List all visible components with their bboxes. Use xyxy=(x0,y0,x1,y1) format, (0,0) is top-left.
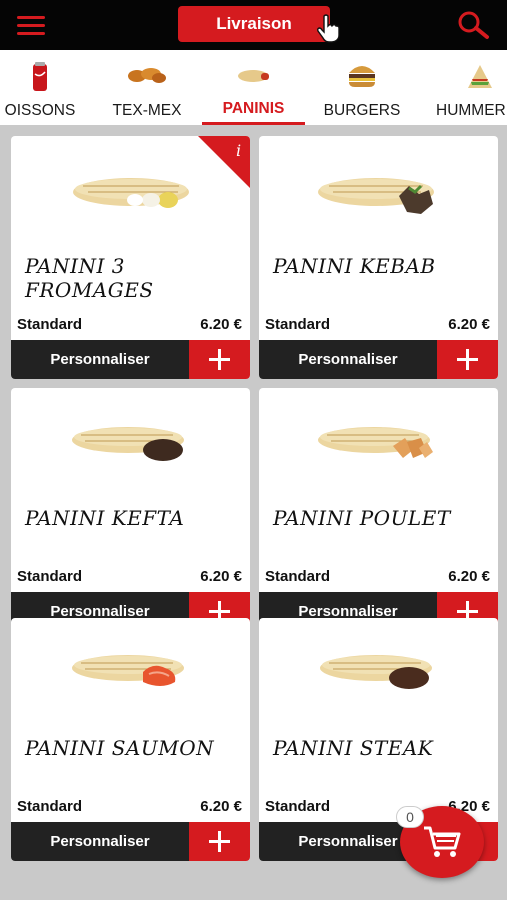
category-paninis[interactable]: PANINIS xyxy=(202,50,305,125)
product-name: PANINI STEAK xyxy=(273,736,434,760)
hamburger-menu-icon[interactable] xyxy=(17,14,45,36)
panini-3-fromages-image xyxy=(73,178,189,208)
category-hummer[interactable]: HUMMER xyxy=(428,50,507,125)
product-name: PANINI SAUMON xyxy=(25,736,215,760)
top-bar: Livraison xyxy=(0,0,507,50)
active-category-indicator xyxy=(202,122,305,125)
category-burgers[interactable]: BURGERS xyxy=(313,50,411,125)
product-name: PANINI KEFTA xyxy=(25,506,185,530)
product-price: 6.20 € xyxy=(200,798,242,815)
panini-steak-image xyxy=(320,655,432,689)
product-name: PANINI POULET xyxy=(273,506,451,530)
add-to-cart-button[interactable] xyxy=(189,340,250,379)
category-label: BURGERS xyxy=(323,102,401,119)
delivery-mode-button[interactable]: Livraison xyxy=(178,6,330,42)
product-price: 6.20 € xyxy=(448,316,490,333)
cart-count-badge: 0 xyxy=(396,806,424,828)
category-label: HUMMER xyxy=(436,102,506,119)
category-tex-mex[interactable]: TEX-MEX xyxy=(100,50,194,125)
panini-icon xyxy=(237,70,269,82)
sandwich-icon xyxy=(468,65,492,88)
category-label: PANINIS xyxy=(222,100,285,117)
search-icon[interactable] xyxy=(456,10,490,40)
category-label: TEX-MEX xyxy=(112,102,182,119)
panini-kebab-image xyxy=(318,178,434,214)
customize-button[interactable]: Personnaliser xyxy=(11,340,189,379)
product-price: 6.20 € xyxy=(200,316,242,333)
info-icon: i xyxy=(236,141,241,160)
customize-button[interactable]: Personnaliser xyxy=(259,340,437,379)
product-price: 6.20 € xyxy=(448,568,490,585)
add-to-cart-button[interactable] xyxy=(437,340,498,379)
product-card[interactable]: PANINI POULET Standard 6.20 € Personnali… xyxy=(259,388,498,631)
customize-button[interactable]: Personnaliser xyxy=(11,822,189,861)
product-name: PANINI KEBAB xyxy=(273,254,436,278)
product-card[interactable]: i PANINI 3 FROMAGES Standard 6.20 € Pers… xyxy=(11,136,250,379)
shopping-cart-icon xyxy=(424,826,461,857)
category-boissons[interactable]: OISSONS xyxy=(0,50,90,125)
panini-saumon-image xyxy=(72,655,184,686)
add-to-cart-button[interactable] xyxy=(189,822,250,861)
product-size: Standard xyxy=(265,798,331,815)
product-card[interactable]: PANINI KEBAB Standard 6.20 € Personnalis… xyxy=(259,136,498,379)
panini-kefta-image xyxy=(72,427,184,461)
product-price: 6.20 € xyxy=(200,568,242,585)
category-bar: OISSONS TEX-MEX PANINIS BURGERS HUMMER xyxy=(0,50,507,125)
category-label: OISSONS xyxy=(4,102,76,119)
chicken-wings-icon xyxy=(128,68,166,83)
product-size: Standard xyxy=(265,316,331,333)
product-size: Standard xyxy=(265,568,331,585)
product-size: Standard xyxy=(17,798,83,815)
product-card[interactable]: PANINI KEFTA Standard 6.20 € Personnalis… xyxy=(11,388,250,631)
product-size: Standard xyxy=(17,316,83,333)
info-badge[interactable]: i xyxy=(190,136,250,188)
soda-can-icon xyxy=(33,62,47,91)
product-name: PANINI 3 FROMAGES xyxy=(25,254,154,302)
pointer-hand-icon xyxy=(316,14,340,43)
burger-icon xyxy=(349,66,375,87)
product-size: Standard xyxy=(17,568,83,585)
panini-poulet-image xyxy=(318,427,433,458)
product-card[interactable]: PANINI SAUMON Standard 6.20 € Personnali… xyxy=(11,618,250,861)
